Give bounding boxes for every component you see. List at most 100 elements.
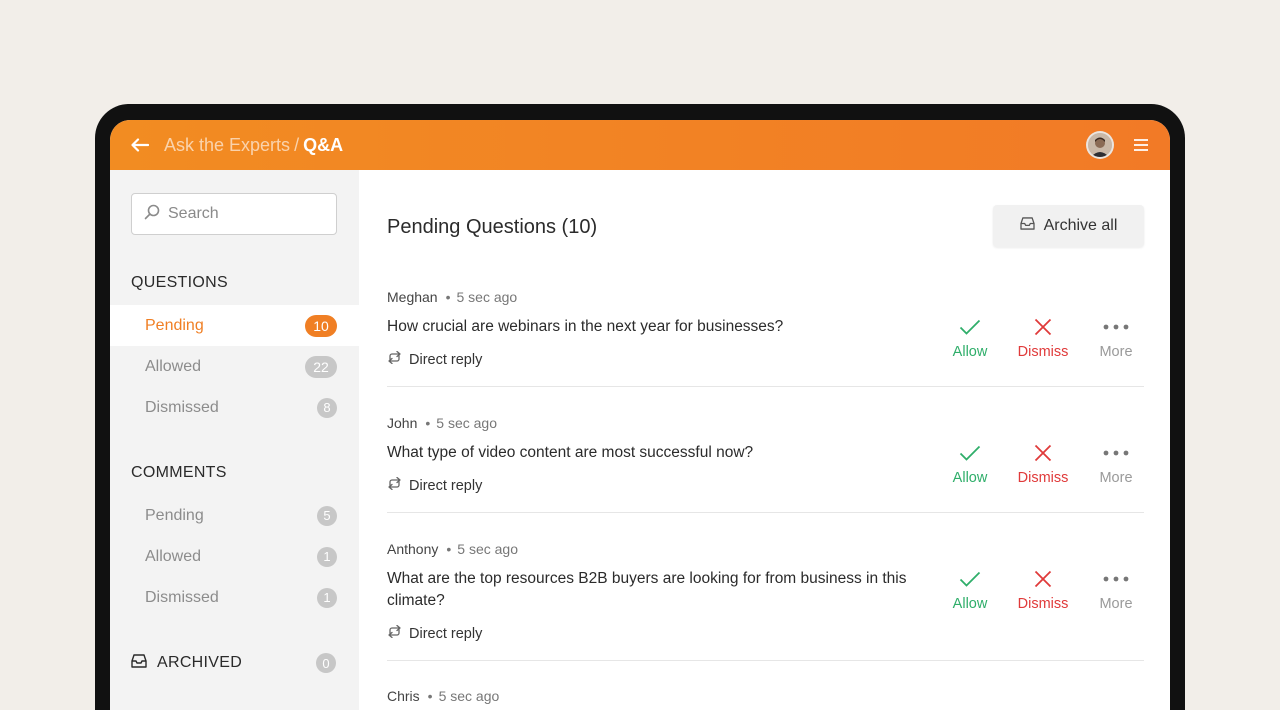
dismiss-button[interactable]: Dismiss: [1013, 568, 1073, 612]
dismiss-label: Dismiss: [1017, 344, 1069, 360]
comments-section-title: COMMENTS: [131, 464, 227, 481]
dismiss-button[interactable]: Dismiss: [1013, 316, 1073, 360]
question-item: Anthony • 5 sec ago What are the top resou…: [387, 541, 1144, 661]
sidebar-item-comments-allowed[interactable]: Allowed 1: [110, 536, 359, 577]
more-dots-icon: [1103, 568, 1129, 590]
breadcrumb-parent[interactable]: Ask the Experts: [164, 135, 290, 155]
reply-icon: [387, 476, 402, 494]
search-box[interactable]: [131, 193, 337, 235]
check-icon: [959, 442, 981, 464]
more-label: More: [1099, 596, 1133, 612]
archive-all-label: Archive all: [1043, 217, 1118, 234]
question-time: 5 sec ago: [436, 415, 497, 431]
sidebar-item-questions-dismissed[interactable]: Dismissed 8: [110, 387, 359, 428]
dismiss-label: Dismiss: [1017, 470, 1069, 486]
breadcrumb-current: Q&A: [303, 134, 344, 155]
reply-icon: [387, 350, 402, 368]
question-item: Chris • 5 sec ago: [387, 688, 1144, 710]
main-panel: Pending Questions (10) Archive all Megha…: [359, 170, 1170, 710]
back-arrow-icon[interactable]: [130, 135, 150, 155]
x-icon: [1034, 442, 1052, 464]
question-author: John: [387, 415, 418, 431]
question-author: Chris: [387, 688, 420, 704]
divider: [387, 386, 1144, 387]
allow-label: Allow: [952, 470, 988, 486]
archive-tray-icon: [131, 653, 147, 673]
direct-reply-link[interactable]: Direct reply: [387, 476, 483, 494]
page-title: Pending Questions (10): [387, 216, 598, 238]
direct-reply-link[interactable]: Direct reply: [387, 624, 483, 642]
direct-reply-label: Direct reply: [409, 625, 483, 642]
more-button[interactable]: More: [1086, 316, 1146, 360]
question-text: What are the top resources B2B buyers ar…: [387, 570, 907, 609]
more-label: More: [1099, 344, 1133, 360]
check-icon: [959, 316, 981, 338]
direct-reply-label: Direct reply: [409, 477, 483, 494]
question-item: John • 5 sec ago What type of video conten…: [387, 415, 1144, 513]
sidebar-item-comments-pending[interactable]: Pending 5: [110, 495, 359, 536]
more-dots-icon: [1103, 442, 1129, 464]
question-author: Anthony: [387, 541, 439, 557]
allow-label: Allow: [952, 596, 988, 612]
question-text: What type of video content are most succ…: [387, 444, 754, 461]
app-screen: Ask the Experts/Q&A QUESTIONS: [110, 120, 1170, 710]
dismiss-button[interactable]: Dismiss: [1013, 442, 1073, 486]
sidebar-item-label: ARCHIVED: [157, 654, 243, 671]
sidebar-item-questions-allowed[interactable]: Allowed 22: [110, 346, 359, 387]
more-button[interactable]: More: [1086, 568, 1146, 612]
question-meta: Meghan • 5 sec ago: [387, 289, 518, 305]
more-button[interactable]: More: [1086, 442, 1146, 486]
count-badge: 10: [305, 314, 337, 337]
count-badge: 22: [305, 355, 337, 378]
count-badge: 8: [317, 397, 337, 418]
sidebar-item-label: Dismissed: [145, 398, 219, 416]
archive-all-button[interactable]: Archive all: [993, 205, 1144, 247]
allow-button[interactable]: Allow: [940, 316, 1000, 360]
allow-button[interactable]: Allow: [940, 442, 1000, 486]
count-badge: 1: [317, 546, 337, 567]
x-icon: [1034, 316, 1052, 338]
question-meta: Chris • 5 sec ago: [387, 688, 500, 704]
question-text: How crucial are webinars in the next yea…: [387, 318, 784, 335]
sidebar-item-label: Pending: [145, 506, 204, 524]
top-bar: Ask the Experts / Q&A: [110, 120, 1170, 170]
sidebar-item-comments-dismissed[interactable]: Dismissed 1: [110, 577, 359, 618]
question-time: 5 sec ago: [456, 289, 518, 305]
question-item: Meghan • 5 sec ago How crucial are webinar…: [387, 289, 1144, 387]
hamburger-menu-icon[interactable]: [1132, 136, 1150, 154]
question-meta: Anthony • 5 sec ago: [387, 541, 518, 557]
sidebar-item-label: Allowed: [145, 547, 202, 565]
question-time: 5 sec ago: [438, 688, 500, 704]
question-meta: John • 5 sec ago: [387, 415, 497, 431]
more-label: More: [1099, 470, 1133, 486]
archive-tray-icon: [1019, 217, 1035, 235]
sidebar-item-label: Allowed: [145, 357, 202, 375]
count-badge: 5: [317, 505, 337, 526]
search-icon: [144, 204, 160, 225]
divider: [387, 660, 1144, 661]
questions-section-title: QUESTIONS: [131, 274, 228, 291]
sidebar-item-archived[interactable]: ARCHIVED 0: [131, 651, 337, 675]
breadcrumb: Ask the Experts / Q&A: [164, 135, 343, 156]
avatar[interactable]: [1086, 131, 1114, 159]
search-input[interactable]: [168, 205, 328, 223]
direct-reply-label: Direct reply: [409, 351, 483, 368]
allow-button[interactable]: Allow: [940, 568, 1000, 612]
check-icon: [959, 568, 981, 590]
allow-label: Allow: [952, 344, 988, 360]
sidebar: QUESTIONS Pending 10 Allowed 22 Dismisse…: [110, 170, 359, 710]
sidebar-item-label: Pending: [145, 316, 204, 334]
count-badge: 0: [316, 653, 336, 673]
question-time: 5 sec ago: [457, 541, 518, 557]
more-dots-icon: [1103, 316, 1129, 338]
question-author: Meghan: [387, 289, 438, 305]
direct-reply-link[interactable]: Direct reply: [387, 350, 483, 368]
count-badge: 1: [317, 587, 337, 608]
dismiss-label: Dismiss: [1017, 596, 1069, 612]
sidebar-item-label: Dismissed: [145, 588, 219, 606]
breadcrumb-separator: /: [294, 134, 300, 155]
x-icon: [1034, 568, 1052, 590]
sidebar-item-questions-pending[interactable]: Pending 10: [110, 305, 359, 346]
reply-icon: [387, 624, 402, 642]
divider: [387, 512, 1144, 513]
